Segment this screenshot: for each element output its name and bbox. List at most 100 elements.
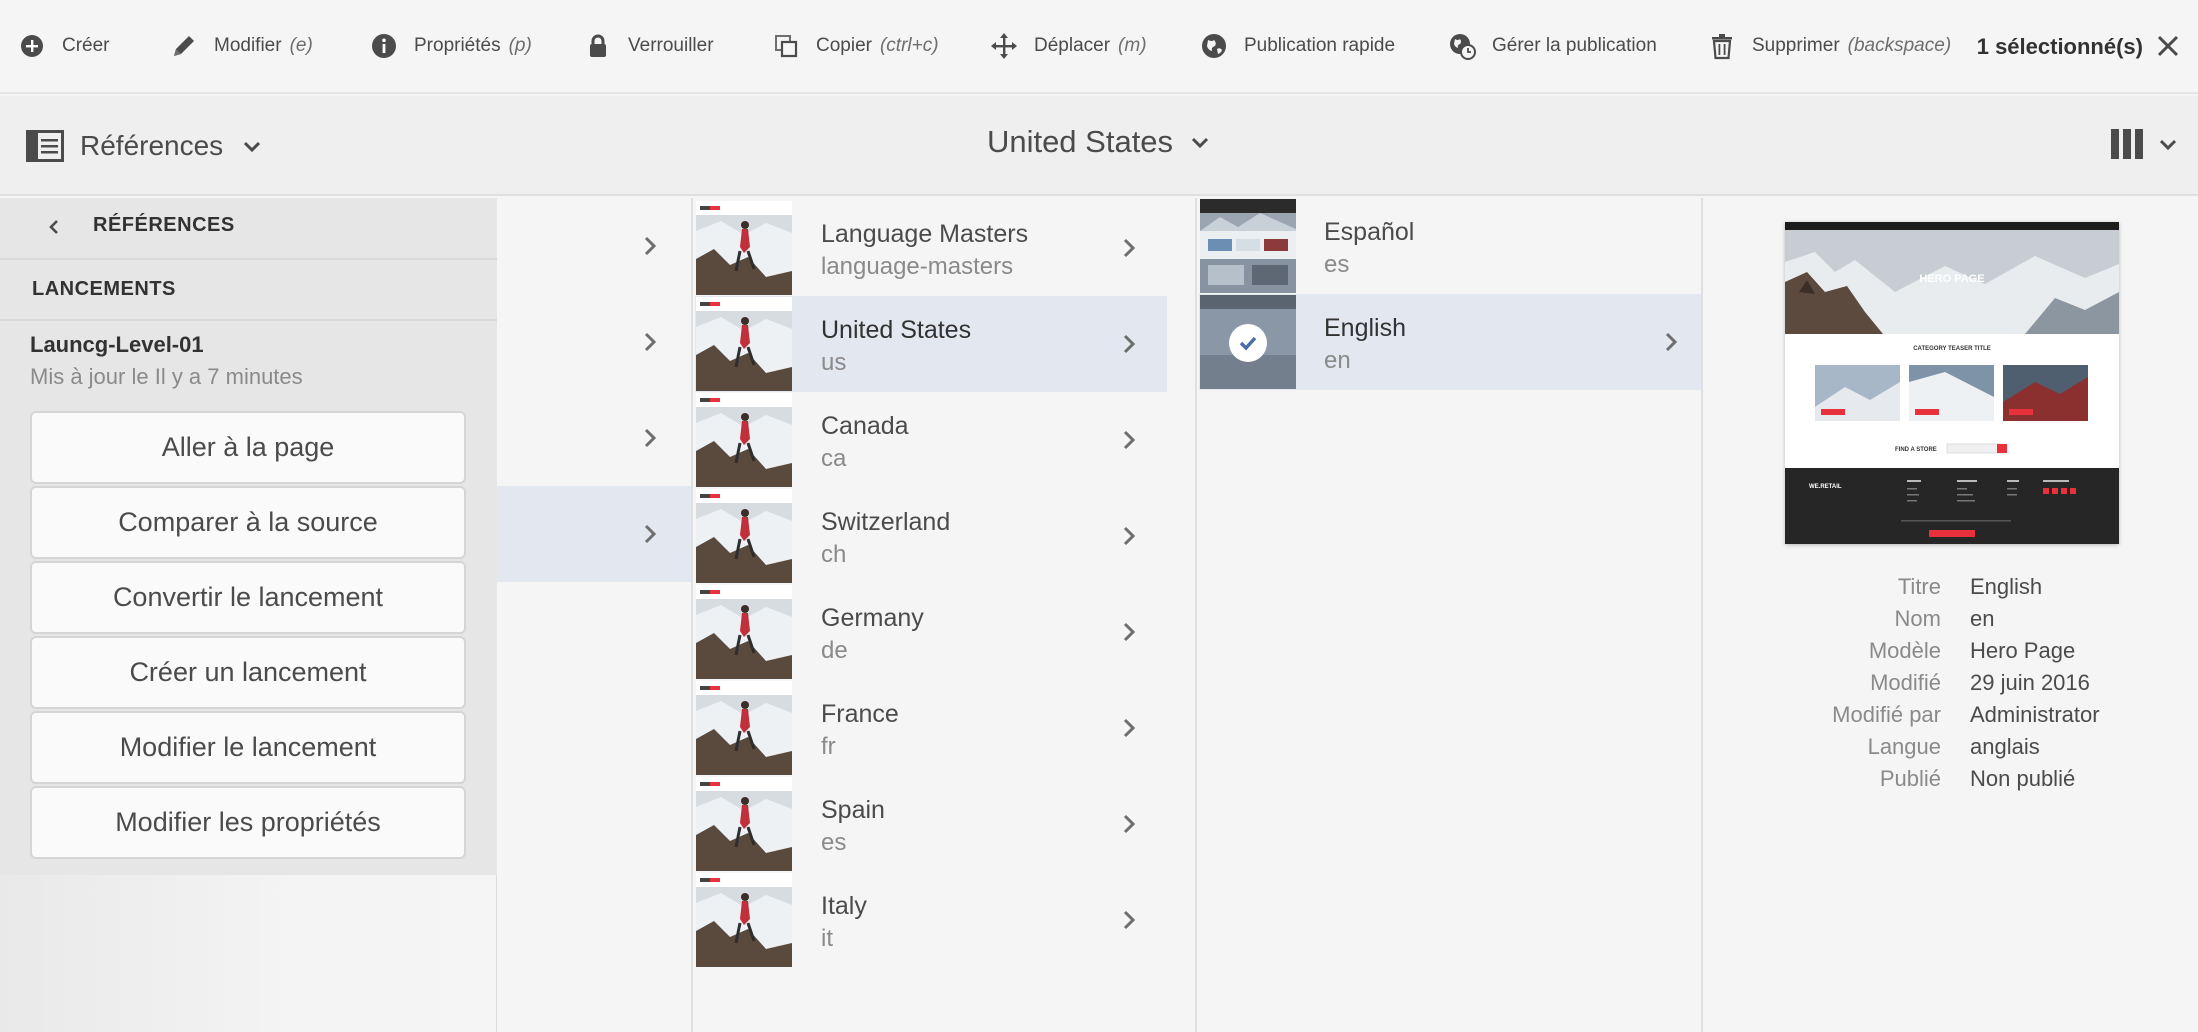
meta-modified-by-row: Modifié par Administrator — [1705, 702, 2198, 732]
create-label: Créer — [62, 35, 110, 56]
preview-brand-text: WE.RETAIL — [1809, 484, 1842, 490]
convert-launch-button[interactable]: Convertir le lancement — [30, 561, 466, 634]
header-bar: Références United States — [0, 96, 2198, 196]
parent-row-active[interactable] — [497, 486, 691, 582]
item-name: ch — [821, 541, 847, 568]
list-item-us[interactable]: United States us — [695, 296, 1167, 392]
preview-hero-text: HERO PAGE — [1919, 273, 1984, 285]
properties-button[interactable]: Propriétés (p) — [370, 0, 532, 93]
selected-check[interactable] — [1229, 324, 1267, 362]
edit-shortcut: (e) — [289, 35, 313, 56]
compare-to-source-button[interactable]: Comparer à la source — [30, 486, 466, 559]
move-icon — [991, 33, 1017, 59]
list-item-ca[interactable]: Canada ca — [695, 392, 1167, 488]
action-bar: Créer Modifier (e) Propriétés (p) Verrou… — [0, 0, 2198, 94]
rail-toggle-button[interactable]: Références — [26, 126, 263, 166]
launch-updated-text: Mis à jour le Il y a 7 minutes — [30, 364, 303, 389]
quick-publish-button[interactable]: Publication rapide — [1200, 0, 1395, 93]
item-title: Canada — [821, 412, 909, 440]
meta-value: Non publié — [1970, 766, 2076, 791]
list-item-fr[interactable]: France fr — [695, 680, 1167, 776]
item-title: Switzerland — [821, 508, 951, 536]
go-to-page-button[interactable]: Aller à la page — [30, 411, 466, 484]
parent-row[interactable] — [497, 198, 691, 294]
item-title: United States — [821, 316, 972, 344]
lock-button[interactable]: Verrouiller — [584, 0, 714, 93]
view-switcher[interactable] — [2110, 128, 2178, 160]
preview-store-text: FIND A STORE — [1895, 447, 1937, 453]
move-label: Déplacer — [1034, 35, 1111, 56]
rail-divider — [0, 319, 497, 321]
info-icon — [372, 34, 396, 58]
list-item-es[interactable]: Spain es — [695, 776, 1167, 872]
item-name: ca — [821, 445, 847, 472]
edit-button[interactable]: Modifier (e) — [170, 0, 313, 93]
copy-icon — [775, 35, 798, 58]
list-item-language-masters[interactable]: Language Masters language-masters — [695, 200, 1167, 296]
chevron-right-icon — [1123, 238, 1136, 258]
create-button[interactable]: Créer — [18, 0, 110, 93]
meta-value: Hero Page — [1970, 638, 2076, 663]
chevron-right-icon — [1123, 910, 1136, 930]
chevron-down-icon — [1191, 137, 1209, 149]
meta-published-row: Publié Non publié — [1705, 766, 2198, 796]
launches-section-heading: LANCEMENTS — [32, 278, 176, 300]
lock-icon — [590, 34, 606, 57]
meta-language-row: Langue anglais — [1705, 734, 2198, 764]
list-item-de[interactable]: Germany de — [695, 584, 1167, 680]
item-name: us — [821, 349, 847, 376]
preview-teaser-text: CATEGORY TEASER TITLE — [1913, 346, 1991, 352]
page-preview-thumbnail[interactable]: HERO PAGE CATEGORY TEASER TITLE FIND A S… — [1785, 222, 2119, 544]
copy-button[interactable]: Copier (ctrl+c) — [772, 0, 939, 93]
chevron-right-icon — [1123, 718, 1136, 738]
item-name: de — [821, 637, 848, 664]
pencil-icon — [174, 36, 194, 56]
list-item-it[interactable]: Italy it — [695, 872, 1167, 968]
page-thumbnail — [1200, 295, 1296, 389]
chevron-right-icon — [1123, 622, 1136, 642]
list-item-ch[interactable]: Switzerland ch — [695, 488, 1167, 584]
page-thumbnail — [696, 297, 792, 391]
item-name: fr — [821, 733, 836, 760]
parent-row[interactable] — [497, 390, 691, 486]
meta-label: Modifié — [1870, 670, 1941, 695]
create-launch-button[interactable]: Créer un lancement — [30, 636, 466, 709]
rail-heading: RÉFÉRENCES — [93, 214, 235, 236]
chevron-right-icon — [1123, 334, 1136, 354]
checkmark-icon — [1239, 336, 1257, 351]
list-item-english[interactable]: English en — [1199, 294, 1701, 390]
references-rail: RÉFÉRENCES LANCEMENTS Launcg-Level-01 Mi… — [0, 198, 497, 875]
edit-launch-button[interactable]: Modifier le lancement — [30, 711, 466, 784]
page-thumbnail — [696, 393, 792, 487]
location-title: United States — [0, 124, 2198, 160]
column-languages: Español es English en — [1199, 198, 1703, 1032]
globe-clock-icon — [1450, 34, 1476, 60]
location-dropdown[interactable]: United States — [987, 124, 1211, 160]
close-icon[interactable] — [2152, 30, 2184, 62]
move-button[interactable]: Déplacer (m) — [990, 0, 1147, 93]
launch-name[interactable]: Launcg-Level-01 — [30, 332, 204, 358]
page-thumbnail — [696, 585, 792, 679]
edit-label: Modifier — [214, 35, 282, 56]
column-countries: Language Masters language-masters United S… — [695, 198, 1197, 1032]
item-name: en — [1324, 347, 1351, 374]
list-item-espanol[interactable]: Español es — [1199, 198, 1701, 294]
parent-row[interactable] — [497, 294, 691, 390]
item-title: Spain — [821, 796, 885, 824]
meta-value: anglais — [1970, 734, 2040, 759]
delete-label: Supprimer — [1752, 35, 1840, 56]
page-thumbnail — [696, 489, 792, 583]
rail-toggle-label: Références — [80, 130, 224, 161]
column-preview: HERO PAGE CATEGORY TEASER TITLE FIND A S… — [1705, 198, 2198, 1032]
delete-shortcut: (backspace) — [1847, 35, 1952, 56]
page-thumbnail — [696, 201, 792, 295]
back-chevron-icon[interactable] — [44, 212, 64, 242]
manage-publication-button[interactable]: Gérer la publication — [1448, 0, 1657, 93]
meta-value: Administrator — [1970, 702, 2100, 727]
delete-button[interactable]: Supprimer (backspace) — [1708, 0, 1951, 93]
chevron-right-icon — [644, 332, 657, 352]
add-circle-icon — [21, 35, 43, 57]
meta-name-row: Nom en — [1705, 606, 2198, 636]
page-thumbnail — [696, 873, 792, 967]
edit-properties-button[interactable]: Modifier les propriétés — [30, 786, 466, 859]
